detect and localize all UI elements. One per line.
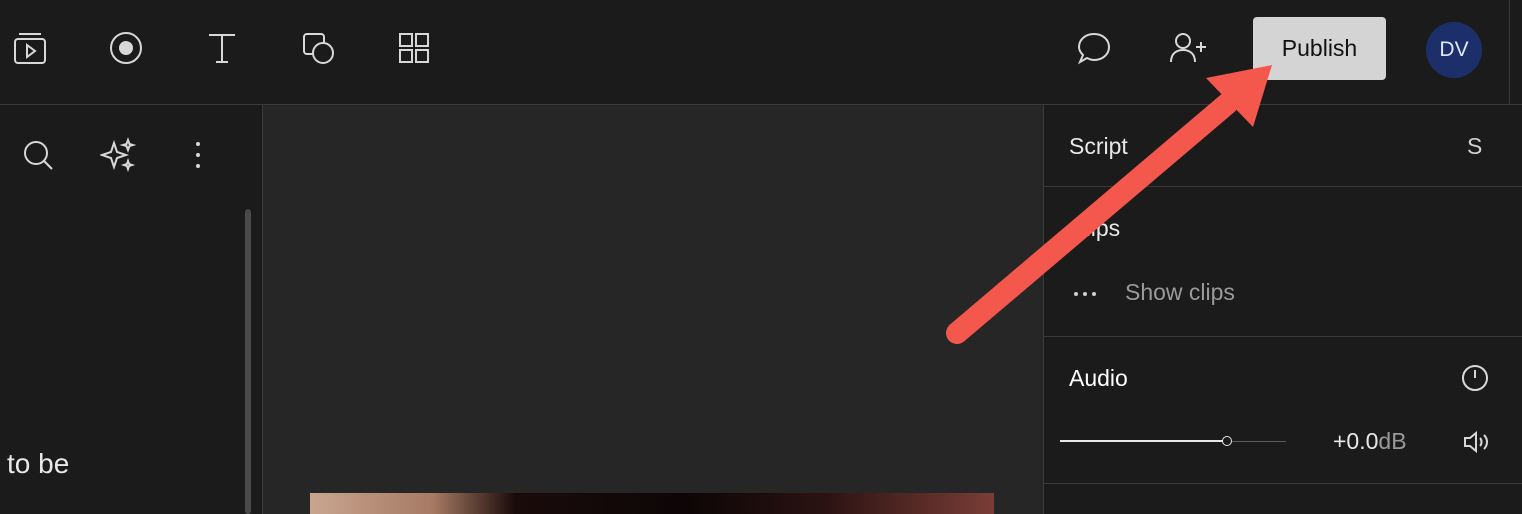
divider xyxy=(1044,336,1522,337)
divider xyxy=(1044,483,1522,484)
volume-slider-thumb[interactable] xyxy=(1222,436,1233,446)
grid-icon[interactable] xyxy=(392,26,436,70)
audio-label: Audio xyxy=(1069,365,1128,391)
timer-icon[interactable] xyxy=(1461,364,1489,397)
audio-db-value: +0.0 xyxy=(1333,428,1379,454)
editor-canvas[interactable] xyxy=(263,105,1043,514)
speaker-icon[interactable] xyxy=(1462,429,1490,460)
left-panel: to be xyxy=(0,105,263,514)
record-icon[interactable] xyxy=(104,26,148,70)
script-shortcut: S xyxy=(1467,133,1483,159)
right-panel: Script S Clips Show clips Audio +0.0dB xyxy=(1043,105,1522,514)
comment-icon[interactable] xyxy=(1072,26,1116,70)
audio-db-readout: +0.0dB xyxy=(1333,428,1407,455)
search-icon[interactable] xyxy=(18,135,58,175)
scrollbar[interactable] xyxy=(245,209,251,514)
transcript-text: to be xyxy=(7,448,70,479)
more-vertical-icon[interactable] xyxy=(178,135,218,175)
text-icon[interactable] xyxy=(200,26,244,70)
avatar[interactable]: DV xyxy=(1426,22,1482,78)
more-horizontal-icon[interactable] xyxy=(1073,285,1097,303)
sparkle-icon[interactable] xyxy=(98,135,138,175)
audio-db-unit: dB xyxy=(1378,428,1407,454)
add-user-icon[interactable] xyxy=(1166,26,1210,70)
media-icon[interactable] xyxy=(8,26,52,70)
divider xyxy=(1509,0,1510,104)
volume-slider-fill xyxy=(1060,440,1228,442)
clips-label: Clips xyxy=(1069,215,1121,241)
script-label[interactable]: Script xyxy=(1069,133,1128,160)
publish-button[interactable]: Publish xyxy=(1253,17,1386,80)
show-clips-button[interactable]: Show clips xyxy=(1125,279,1235,306)
divider xyxy=(1044,186,1522,187)
top-toolbar: Publish DV xyxy=(0,0,1522,105)
video-preview[interactable] xyxy=(310,493,994,514)
shapes-icon[interactable] xyxy=(296,26,340,70)
